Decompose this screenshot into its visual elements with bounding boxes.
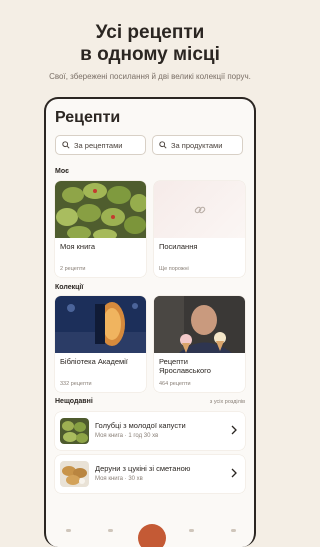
card-academy-library[interactable]: Бібліотека Академії 332 рецепти [55,296,146,392]
card-name: Моя книга [60,242,96,251]
add-recipe-button[interactable] [138,524,166,547]
card-name: Рецепти Ярославського [159,357,211,375]
tab-icon[interactable] [66,529,71,532]
card-count: Ще порожні [159,266,189,272]
see-all-link[interactable]: з усіх розділів [210,399,245,405]
promo-title: Усі рецепти в одному місці [0,22,300,66]
promo-subtitle: Свої, збережені посилання й дві великі к… [49,72,251,81]
card-count: 2 рецепти [60,266,86,272]
recent-item-title: Голубці з молодої капусти [95,421,186,430]
search-icon [62,141,70,149]
card-image-academy [55,296,146,353]
chevron-right-icon [231,425,237,435]
card-image-placeholder [154,181,245,238]
search-recipes-input[interactable]: За рецептами [55,135,146,155]
recent-item[interactable]: Голубці з молодої капусти Моя книга · 1 … [55,412,245,450]
link-icon [194,206,206,214]
card-image-chef [154,296,245,353]
card-name: Посилання [159,242,198,251]
recent-thumb-cabbage [60,418,89,444]
recent-item-meta: Моя книга · 30 хв [95,476,143,482]
section-recent: Нещодавні [55,398,93,405]
card-links[interactable]: Посилання Ще порожні [154,181,245,277]
search-icon [159,141,167,149]
card-yaroslavsky-recipes[interactable]: Рецепти Ярославського 464 рецепти [154,296,245,392]
tab-icon[interactable] [231,529,236,532]
recent-thumb-pancakes [60,461,89,487]
section-mine: Моє [55,168,69,175]
search-recipes-label: За рецептами [74,140,123,150]
card-my-book[interactable]: Моя книга 2 рецепти [55,181,146,277]
card-name: Бібліотека Академії [60,357,128,366]
recent-item[interactable]: Деруни з цукіні зі сметаною Моя книга · … [55,455,245,493]
card-count: 332 рецепти [60,381,92,387]
recent-item-meta: Моя книга · 1 год 30 хв [95,433,159,439]
search-products-input[interactable]: За продуктами [152,135,243,155]
page-title: Рецепти [55,109,121,126]
card-image-stuffed-cabbage [55,181,146,238]
chevron-right-icon [231,468,237,478]
tab-icon[interactable] [189,529,194,532]
promo-title-line1: Усі рецепти [95,22,205,43]
tab-icon[interactable] [108,529,113,532]
recent-item-title: Деруни з цукіні зі сметаною [95,464,191,473]
card-count: 464 рецепти [159,381,191,387]
promo-title-line2: в одному місці [80,44,220,65]
phone-frame: Рецепти За рецептами За продуктами Моє М… [44,97,256,547]
search-products-label: За продуктами [171,140,223,150]
section-collections: Колекції [55,284,84,291]
